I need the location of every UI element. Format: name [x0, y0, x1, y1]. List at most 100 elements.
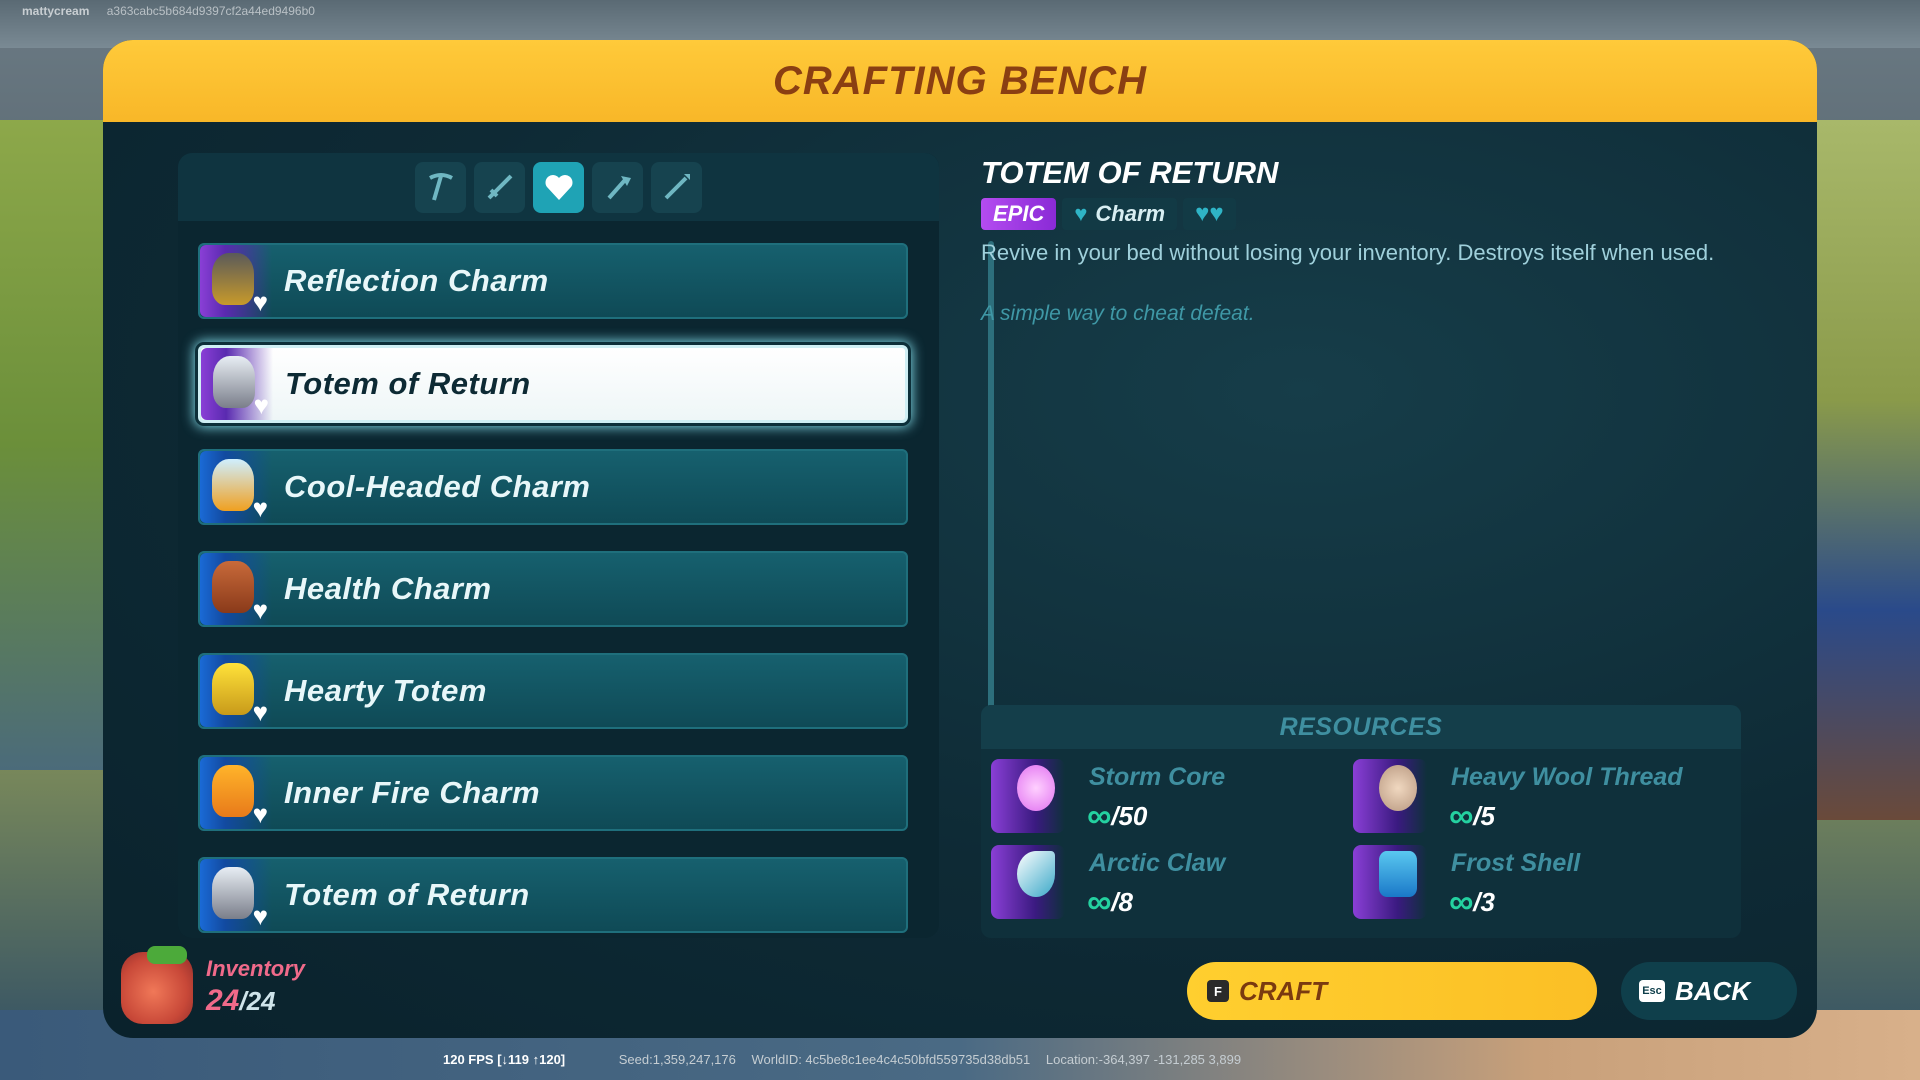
- recipe-item[interactable]: ♥ Cool-Headed Charm: [198, 449, 908, 525]
- axe-icon: [607, 176, 631, 200]
- resources-panel: RESOURCES Storm Core ∞/50 Heavy Wool Thr…: [981, 705, 1741, 938]
- resource-name: Heavy Wool Thread: [1451, 763, 1683, 791]
- resource-item: Heavy Wool Thread ∞/5: [1343, 755, 1703, 835]
- heart-icon: ♥: [1074, 201, 1088, 226]
- recipe-list-panel: ♥ Reflection Charm ♥ Totem of Return ♥ C…: [178, 153, 994, 938]
- craft-button[interactable]: F CRAFT: [1187, 962, 1597, 1020]
- back-button-label: BACK: [1675, 975, 1751, 1006]
- item-label: Health Charm: [284, 571, 492, 606]
- heart-icon: ♥: [253, 390, 269, 420]
- detail-description: Revive in your bed without losing your i…: [981, 240, 1715, 265]
- item-label: Cool-Headed Charm: [284, 469, 591, 504]
- heart-icon: ♥: [252, 697, 268, 727]
- panel-title: CRAFTING BENCH: [773, 58, 1147, 103]
- background-scenery-left: [0, 120, 110, 770]
- resource-quantity: ∞/50: [1087, 797, 1147, 836]
- category-label: Charm: [1095, 201, 1166, 226]
- item-thumbnail: ♥: [200, 859, 272, 931]
- item-thumbnail: ♥: [200, 757, 272, 829]
- resource-item: Arctic Claw ∞/8: [981, 841, 1341, 921]
- resource-quantity: ∞/5: [1449, 797, 1495, 836]
- back-key-hint: Esc: [1639, 980, 1665, 1002]
- watermark-hash: a363cabc5b684d9397cf2a44ed9496b0: [106, 4, 315, 18]
- heart-icon: ♥: [252, 493, 268, 523]
- inventory-max: /24: [239, 986, 276, 1016]
- hearty-totem-icon: [212, 663, 254, 715]
- recipe-item-selected[interactable]: ♥ Totem of Return: [198, 345, 908, 423]
- item-label: Inner Fire Charm: [284, 775, 541, 810]
- resource-name: Storm Core: [1089, 763, 1226, 791]
- category-badge: ♥ Charm: [1062, 198, 1178, 230]
- craft-key-hint: F: [1207, 980, 1229, 1002]
- location-readout: Location:-364,397 -131,285 3,899: [1045, 1052, 1242, 1067]
- infinity-icon: ∞: [1087, 797, 1111, 835]
- heart-icon: [545, 175, 572, 200]
- background-scenery-right: [1810, 120, 1920, 820]
- health-charm-icon: [212, 561, 254, 613]
- item-label: Hearty Totem: [284, 673, 487, 708]
- infinity-icon: ∞: [1449, 797, 1473, 835]
- item-thumbnail: ♥: [201, 348, 273, 420]
- tab-charms[interactable]: [533, 161, 584, 213]
- watermark-user: mattycream: [22, 4, 90, 18]
- inventory-current: 24: [206, 984, 240, 1017]
- watermark: mattycream a363cabc5b684d9397cf2a44ed949…: [22, 4, 329, 18]
- inventory-label: Inventory: [206, 956, 306, 981]
- tab-weapons[interactable]: [474, 161, 525, 213]
- category-tabs: [178, 153, 939, 221]
- recipe-item[interactable]: ♥ Inner Fire Charm: [198, 755, 908, 831]
- recipe-item[interactable]: ♥ Reflection Charm: [198, 243, 908, 319]
- tab-ranged[interactable]: [651, 161, 702, 213]
- recipe-item[interactable]: ♥ Totem of Return: [198, 857, 908, 933]
- arctic-claw-icon: [991, 845, 1065, 919]
- inventory-count: 24/24: [206, 984, 276, 1018]
- tab-axes[interactable]: [592, 161, 643, 213]
- resource-required: /3: [1473, 887, 1495, 917]
- resource-item: Storm Core ∞/50: [981, 755, 1341, 835]
- heart-icon: ♥: [252, 595, 268, 625]
- world-id-readout: WorldID: 4c5be8c1ee4c4c50bfd559735d38db5…: [751, 1052, 1031, 1067]
- heavy-wool-thread-icon: [1353, 759, 1427, 833]
- heart-icon: ♥♥: [1195, 200, 1224, 227]
- resource-item: Frost Shell ∞/3: [1343, 841, 1703, 921]
- sword-icon: [487, 174, 512, 200]
- reflection-charm-icon: [212, 253, 254, 305]
- detail-title: TOTEM OF RETURN: [981, 155, 1279, 190]
- craft-button-label: CRAFT: [1239, 975, 1328, 1006]
- resource-required: /50: [1111, 801, 1148, 831]
- recipe-list: ♥ Reflection Charm ♥ Totem of Return ♥ C…: [198, 243, 908, 959]
- heart-icon: ♥: [252, 799, 268, 829]
- rarity-badge: EPIC: [981, 198, 1057, 230]
- pickaxe-icon: [428, 173, 453, 201]
- infinity-icon: ∞: [1087, 883, 1111, 921]
- heart-level-badge: ♥♥: [1183, 198, 1236, 230]
- heart-icon: ♥: [252, 901, 268, 931]
- item-label: Totem of Return: [284, 877, 530, 912]
- resource-quantity: ∞/3: [1449, 883, 1495, 922]
- heart-icon: ♥: [252, 287, 268, 317]
- item-label: Reflection Charm: [284, 263, 549, 298]
- spear-icon: [664, 174, 690, 200]
- resources-heading: RESOURCES: [981, 705, 1741, 749]
- frost-shell-icon: [1353, 845, 1427, 919]
- resource-name: Frost Shell: [1451, 849, 1581, 877]
- recipe-item[interactable]: ♥ Hearty Totem: [198, 653, 908, 729]
- panel-header: CRAFTING BENCH: [103, 40, 1817, 122]
- item-thumbnail: ♥: [200, 553, 272, 625]
- recipe-item[interactable]: ♥ Health Charm: [198, 551, 908, 627]
- item-thumbnail: ♥: [200, 655, 272, 727]
- back-button[interactable]: Esc BACK: [1621, 962, 1797, 1020]
- totem-of-return-icon: [212, 867, 254, 919]
- detail-flavor-text: A simple way to cheat defeat.: [981, 302, 1255, 325]
- resource-required: /5: [1473, 801, 1495, 831]
- totem-of-return-icon: [213, 356, 255, 408]
- seed-readout: Seed:1,359,247,176: [618, 1052, 736, 1067]
- fps-readout: 120 FPS [↓119 ↑120]: [443, 1052, 566, 1067]
- cool-headed-charm-icon: [212, 459, 254, 511]
- item-label: Totem of Return: [285, 366, 531, 401]
- tab-tools[interactable]: [415, 161, 466, 213]
- debug-footer: 120 FPS [↓119 ↑120] Seed:1,359,247,176 W…: [443, 1052, 1241, 1067]
- infinity-icon: ∞: [1449, 883, 1473, 921]
- resource-name: Arctic Claw: [1089, 849, 1226, 877]
- resource-quantity: ∞/8: [1087, 883, 1133, 922]
